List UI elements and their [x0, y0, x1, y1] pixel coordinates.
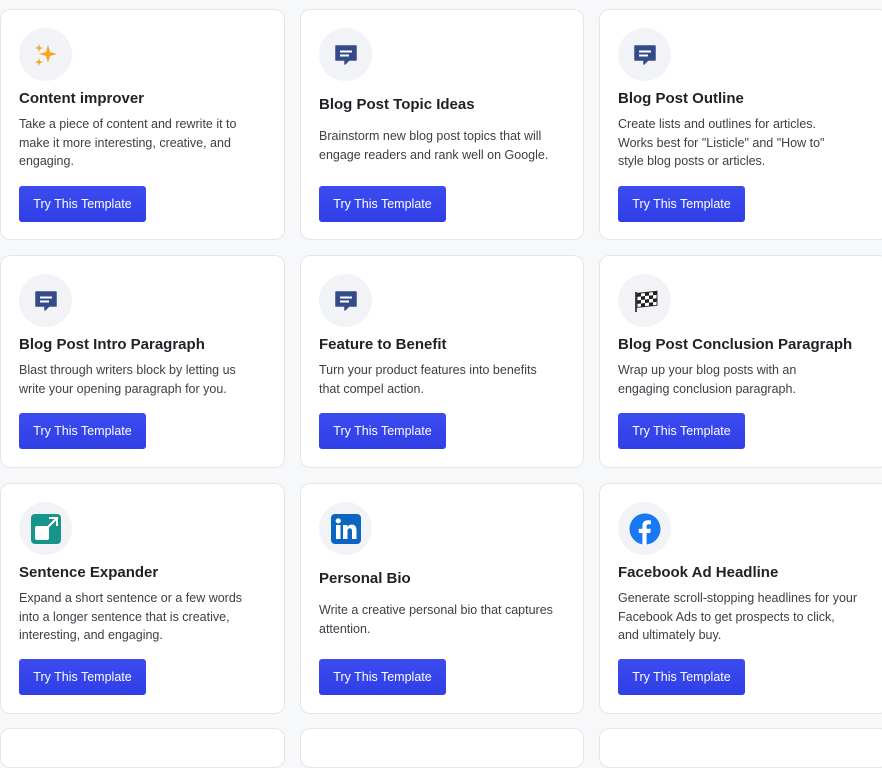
facebook-icon — [618, 502, 671, 555]
card-description: Expand a short sentence or a few words i… — [19, 591, 243, 642]
card-title: Content improver — [19, 90, 145, 107]
chat-bubble-icon — [319, 274, 372, 327]
card-title: Blog Post Outline — [618, 90, 744, 107]
try-template-button[interactable]: Try This Template — [618, 186, 745, 222]
card-description: Generate scroll-stopping headlines for y… — [618, 591, 858, 642]
template-card-personal-bio[interactable]: Personal Bio Write a creative personal b… — [300, 483, 584, 714]
checkered-flag-icon — [618, 274, 671, 327]
template-card-partial[interactable] — [300, 728, 584, 768]
template-card-blog-post-conclusion-paragraph[interactable]: Blog Post Conclusion Paragraph Wrap up y… — [599, 255, 882, 468]
template-card-feature-to-benefit[interactable]: Feature to Benefit Turn your product fea… — [300, 255, 584, 468]
card-title: Blog Post Topic Ideas — [319, 96, 475, 113]
template-card-sentence-expander[interactable]: Sentence Expander Expand a short sentenc… — [0, 483, 285, 714]
card-title: Sentence Expander — [19, 564, 159, 581]
expand-arrow-icon — [19, 502, 72, 555]
try-template-button[interactable]: Try This Template — [19, 186, 146, 222]
try-template-button[interactable]: Try This Template — [618, 659, 745, 695]
template-card-blog-post-topic-ideas[interactable]: Blog Post Topic Ideas Brainstorm new blo… — [300, 9, 584, 240]
card-description: Turn your product features into benefits… — [319, 363, 537, 396]
card-title: Facebook Ad Headline — [618, 564, 779, 581]
card-title: Feature to Benefit — [319, 336, 447, 353]
card-description: Brainstorm new blog post topics that wil… — [319, 129, 549, 162]
sparkles-icon — [19, 28, 72, 81]
template-card-blog-post-intro-paragraph[interactable]: Blog Post Intro Paragraph Blast through … — [0, 255, 285, 468]
linkedin-icon — [319, 502, 372, 555]
try-template-button[interactable]: Try This Template — [319, 413, 446, 449]
card-description: Blast through writers block by letting u… — [19, 363, 236, 396]
card-description: Write a creative personal bio that captu… — [319, 603, 553, 636]
try-template-button[interactable]: Try This Template — [319, 186, 446, 222]
card-title: Blog Post Intro Paragraph — [19, 336, 205, 353]
chat-bubble-icon — [319, 28, 372, 81]
card-description: Create lists and outlines for articles. … — [618, 117, 825, 168]
card-description: Take a piece of content and rewrite it t… — [19, 117, 237, 168]
chat-bubble-icon — [618, 28, 671, 81]
template-card-content-improver[interactable]: Content improver Take a piece of content… — [0, 9, 285, 240]
card-title: Blog Post Conclusion Paragraph — [618, 336, 853, 353]
try-template-button[interactable]: Try This Template — [19, 659, 146, 695]
template-card-partial[interactable] — [0, 728, 285, 768]
try-template-button[interactable]: Try This Template — [618, 413, 745, 449]
template-card-blog-post-outline[interactable]: Blog Post Outline Create lists and outli… — [599, 9, 882, 240]
chat-bubble-icon — [19, 274, 72, 327]
template-card-facebook-ad-headline[interactable]: Facebook Ad Headline Generate scroll-sto… — [599, 483, 882, 714]
try-template-button[interactable]: Try This Template — [319, 659, 446, 695]
card-description: Wrap up your blog posts with an engaging… — [618, 363, 797, 396]
template-card-partial[interactable] — [599, 728, 882, 768]
card-title: Personal Bio — [319, 570, 411, 587]
try-template-button[interactable]: Try This Template — [19, 413, 146, 449]
